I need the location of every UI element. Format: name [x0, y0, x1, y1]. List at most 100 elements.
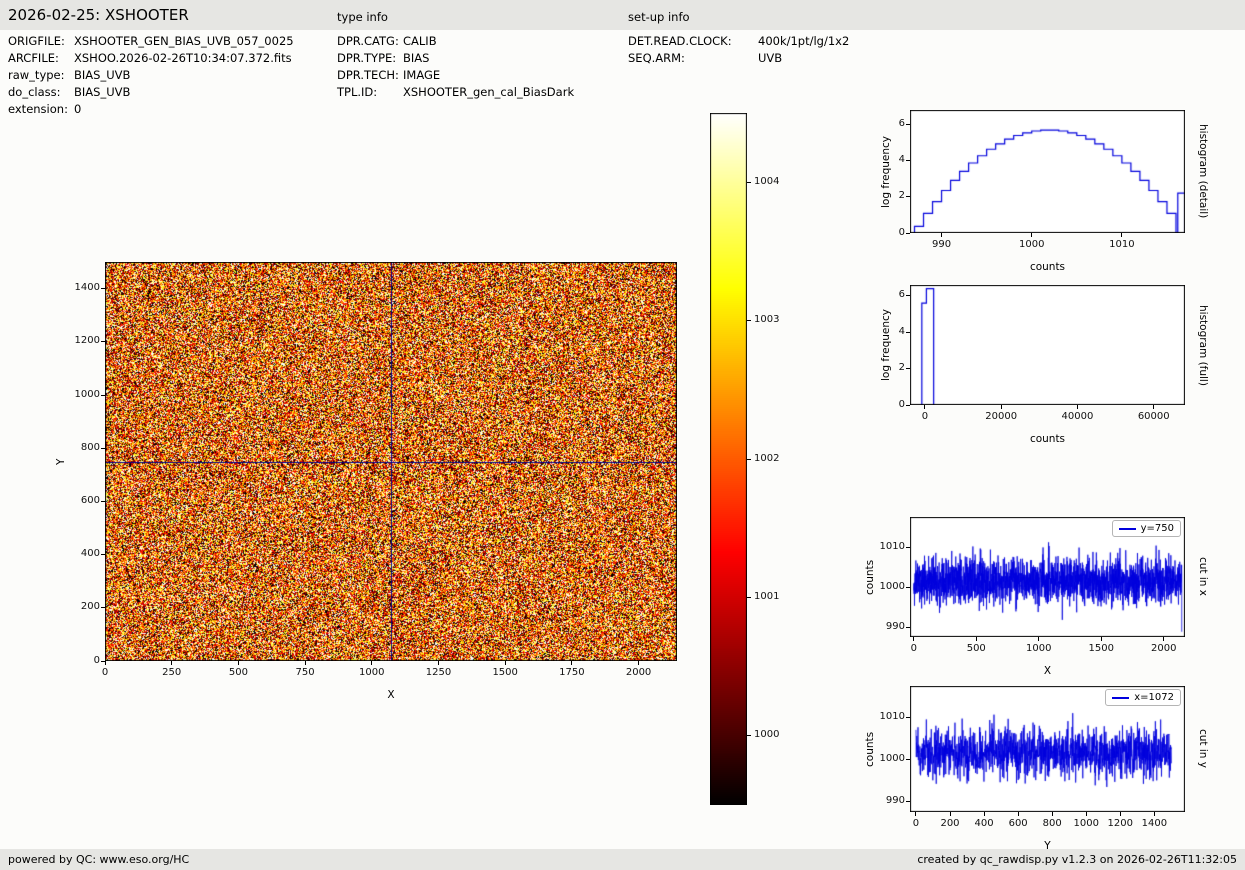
legend-label: y=750 — [1141, 523, 1174, 534]
colorbar-tick-label: 1004 — [754, 176, 794, 188]
x-tick-label: 500 — [951, 643, 1001, 655]
y-tick-mark — [101, 341, 105, 342]
histogram-full-ylabel: log frequency — [880, 285, 892, 405]
y-tick-mark — [101, 448, 105, 449]
metadata-type-info-column: DPR.CATG: CALIB DPR.TYPE: BIAS DPR.TECH:… — [337, 34, 574, 102]
y-tick-label: 0 — [859, 227, 905, 239]
x-tick-mark — [1077, 405, 1078, 409]
x-tick-mark — [1086, 812, 1087, 816]
meta-row-tpl-id: TPL.ID: XSHOOTER_gen_cal_BiasDark — [337, 85, 574, 102]
y-tick-label: 600 — [54, 495, 100, 507]
colorbar-tick-label: 1002 — [754, 453, 794, 465]
x-tick-mark — [915, 812, 916, 816]
y-tick-label: 1400 — [54, 282, 100, 294]
x-tick-label: 40000 — [1052, 411, 1102, 423]
x-tick-mark — [371, 661, 372, 665]
y-tick-mark — [101, 661, 105, 662]
y-tick-label: 0 — [54, 655, 100, 667]
y-tick-label: 6 — [859, 289, 905, 301]
x-tick-mark — [438, 661, 439, 665]
y-tick-label: 1010 — [859, 711, 905, 723]
meta-row-dpr-type: DPR.TYPE: BIAS — [337, 51, 574, 68]
meta-key: do_class: — [8, 85, 74, 102]
colorbar-tick-label: 1000 — [754, 729, 794, 741]
y-tick-label: 4 — [859, 154, 905, 166]
metadata-setup-info-column: DET.READ.CLOCK: 400k/1pt/lg/1x2 SEQ.ARM:… — [628, 34, 849, 68]
x-tick-label: 0 — [900, 411, 950, 423]
histogram-full-plot: counts log frequency histogram (full) 02… — [910, 285, 1185, 405]
y-tick-mark — [906, 627, 910, 628]
x-tick-label: 2000 — [1139, 643, 1189, 655]
x-tick-label: 1750 — [547, 667, 597, 679]
setup-info-heading: set-up info — [628, 10, 690, 24]
histogram-detail-canvas — [910, 110, 1185, 233]
x-tick-mark — [1153, 405, 1154, 409]
x-tick-label: 1000 — [1014, 643, 1064, 655]
y-tick-mark — [101, 554, 105, 555]
x-tick-mark — [976, 637, 977, 641]
footer-credit-right: created by qc_rawdisp.py v1.2.3 on 2026-… — [917, 853, 1237, 866]
y-tick-mark — [906, 801, 910, 802]
meta-value: CALIB — [403, 34, 437, 51]
y-tick-label: 0 — [859, 399, 905, 411]
colorbar-tick-label: 1003 — [754, 314, 794, 326]
meta-row-origfile: ORIGFILE: XSHOOTER_GEN_BIAS_UVB_057_0025 — [8, 34, 294, 51]
meta-value: BIAS — [403, 51, 429, 68]
meta-key: ARCFILE: — [8, 51, 74, 68]
y-tick-label: 1000 — [859, 753, 905, 765]
histogram-detail-side-label: histogram (detail) — [1197, 110, 1209, 233]
footer-credit-left: powered by QC: www.eso.org/HC — [8, 853, 189, 866]
x-tick-label: 20000 — [976, 411, 1026, 423]
x-tick-mark — [1163, 637, 1164, 641]
histogram-detail-plot: counts log frequency histogram (detail) … — [910, 110, 1185, 233]
y-tick-mark — [906, 295, 910, 296]
cut-in-x-ylabel: counts — [864, 517, 876, 637]
meta-value: XSHOOTER_gen_cal_BiasDark — [403, 85, 574, 102]
x-tick-mark — [984, 812, 985, 816]
y-tick-mark — [906, 160, 910, 161]
cut-in-x-plot: X counts cut in x y=750 0500100015002000… — [910, 517, 1185, 637]
cut-in-x-side-label: cut in x — [1197, 517, 1209, 637]
x-tick-label: 1250 — [413, 667, 463, 679]
y-tick-mark — [906, 759, 910, 760]
raw-image-xlabel: X — [105, 689, 677, 703]
meta-row-extension: extension: 0 — [8, 102, 294, 119]
meta-key: raw_type: — [8, 68, 74, 85]
x-tick-mark — [1038, 637, 1039, 641]
meta-value: 0 — [74, 102, 81, 119]
legend-line-swatch — [1112, 697, 1129, 699]
x-tick-mark — [1154, 812, 1155, 816]
y-tick-label: 990 — [859, 621, 905, 633]
x-tick-mark — [1052, 812, 1053, 816]
cut-in-y-ylabel: counts — [864, 686, 876, 812]
x-tick-mark — [105, 661, 106, 665]
y-tick-mark — [101, 395, 105, 396]
colorbar-tick-mark — [747, 320, 751, 321]
y-tick-label: 400 — [54, 548, 100, 560]
legend-line-swatch — [1119, 528, 1136, 530]
x-tick-label: 0 — [80, 667, 130, 679]
x-tick-mark — [1018, 812, 1019, 816]
x-tick-label: 1400 — [1129, 818, 1179, 830]
x-tick-mark — [941, 233, 942, 237]
y-tick-label: 200 — [54, 601, 100, 613]
raw-image-canvas — [105, 262, 677, 661]
y-tick-label: 2 — [859, 362, 905, 374]
y-tick-label: 1200 — [54, 335, 100, 347]
cut-in-y-plot: Y counts cut in y x=1072 020040060080010… — [910, 686, 1185, 812]
x-tick-label: 1500 — [1076, 643, 1126, 655]
meta-key: ORIGFILE: — [8, 34, 74, 51]
colorbar: 10001001100210031004 — [710, 113, 747, 805]
meta-value: XSHOOTER_GEN_BIAS_UVB_057_0025 — [74, 34, 294, 51]
x-tick-mark — [1031, 233, 1032, 237]
x-tick-label: 750 — [280, 667, 330, 679]
y-tick-label: 2 — [859, 190, 905, 202]
type-info-heading: type info — [337, 10, 388, 24]
x-tick-label: 500 — [213, 667, 263, 679]
x-tick-label: 990 — [917, 239, 967, 251]
y-tick-mark — [906, 332, 910, 333]
meta-value: UVB — [758, 51, 782, 68]
y-tick-label: 1010 — [859, 541, 905, 553]
meta-key: extension: — [8, 102, 74, 119]
x-tick-label: 1500 — [480, 667, 530, 679]
